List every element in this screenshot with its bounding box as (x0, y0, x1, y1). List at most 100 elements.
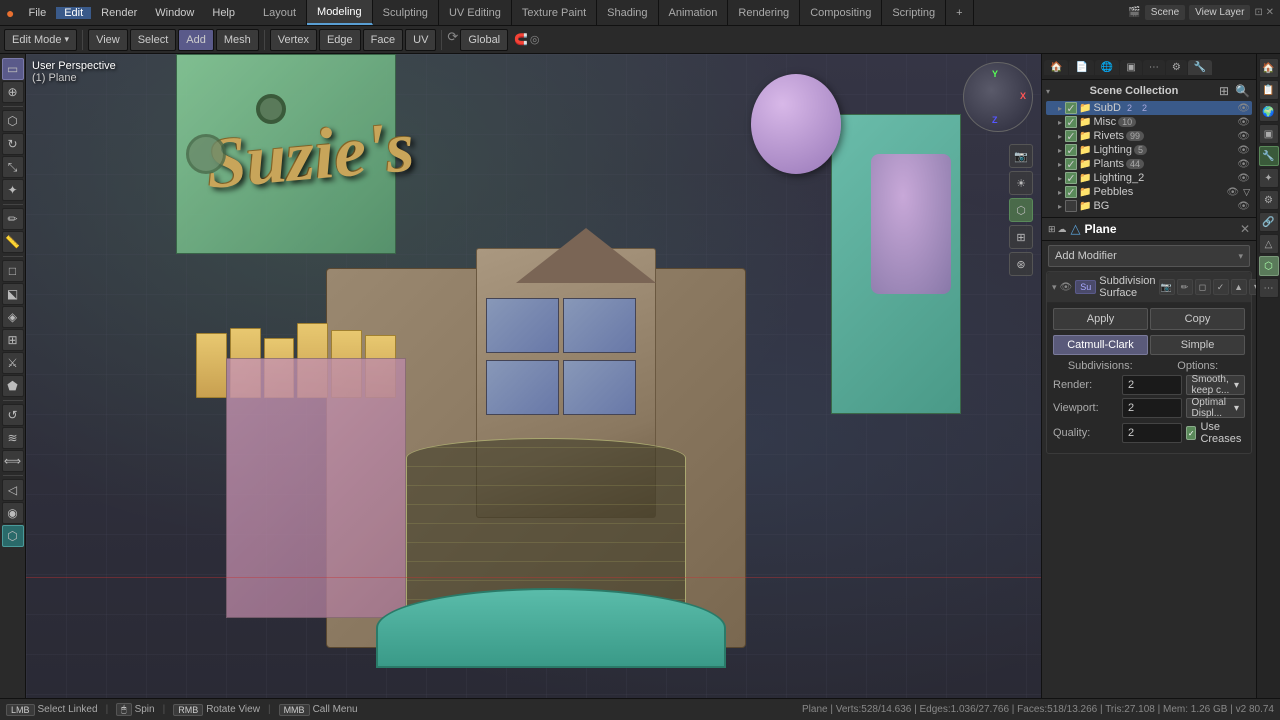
sc-item-rivets[interactable]: ▸ ✓ 📁 Rivets 99 👁 (1046, 129, 1252, 143)
vp-wireframe-btn[interactable]: ⊞ (1009, 225, 1033, 249)
edge-slide-btn[interactable]: ⟺ (2, 450, 24, 472)
lighting-eye-icon[interactable]: 👁 (1237, 145, 1250, 156)
edge-btn[interactable]: Edge (319, 29, 361, 51)
select-tool-btn[interactable]: ▭ (2, 58, 24, 80)
sc-item-lighting[interactable]: ▸ ✓ 📁 Lighting 5 👁 (1046, 143, 1252, 157)
mod-up-icon[interactable]: ▲ (1231, 279, 1247, 295)
measure-tool-btn[interactable]: 📏 (2, 231, 24, 253)
scale-tool-btn[interactable]: ⤡ (2, 156, 24, 178)
props-icon-object[interactable]: ▣ (1259, 124, 1279, 144)
menu-window[interactable]: Window (147, 7, 202, 19)
viewport[interactable]: Suzie's (26, 54, 1041, 698)
sc-item-bg[interactable]: ▸ 📁 BG 👁 (1046, 199, 1252, 213)
quality-value-field[interactable]: 2 (1122, 423, 1182, 443)
scene-selector[interactable]: Scene (1145, 5, 1185, 20)
simple-tab[interactable]: Simple (1150, 335, 1245, 355)
view-layer-selector[interactable]: View Layer (1189, 5, 1250, 20)
props-icon-scene[interactable]: 🏠 (1259, 58, 1279, 78)
props-icon-constraints[interactable]: 🔗 (1259, 212, 1279, 232)
vp-material-btn[interactable]: ⬡ (1009, 198, 1033, 222)
tab-compositing[interactable]: Compositing (800, 0, 882, 25)
sc-expand-icon[interactable]: ▾ (1046, 87, 1050, 96)
subd-checkbox[interactable]: ✓ (1065, 102, 1077, 114)
menu-render[interactable]: Render (93, 7, 145, 19)
cursor-tool-btn[interactable]: ⊕ (2, 81, 24, 103)
sc-item-misc[interactable]: ▸ ✓ 📁 Misc 10 👁 (1046, 115, 1252, 129)
pebbles-checkbox[interactable]: ✓ (1065, 186, 1077, 198)
props-small-tab2[interactable]: ☁ (1058, 224, 1067, 235)
uv-btn[interactable]: UV (405, 29, 436, 51)
plants-eye-icon[interactable]: 👁 (1237, 159, 1250, 170)
active-tool-highlight[interactable]: ⬡ (2, 525, 24, 547)
props-tab-modifier[interactable]: 🔧 (1188, 60, 1212, 75)
tab-layout[interactable]: Layout (253, 0, 307, 25)
smooth-dropdown[interactable]: Smooth, keep c... ▾ (1186, 375, 1246, 395)
copy-button[interactable]: Copy (1150, 308, 1245, 330)
sc-item-subd[interactable]: ▸ ✓ 📁 SubD 2 2 👁 (1046, 101, 1252, 115)
plants-checkbox[interactable]: ✓ (1065, 158, 1077, 170)
props-icon-modifier-active[interactable]: 🔧 (1259, 146, 1279, 166)
bevel-btn[interactable]: ◈ (2, 306, 24, 328)
props-tab-object[interactable]: ▣ (1120, 60, 1141, 75)
tab-shading[interactable]: Shading (597, 0, 658, 25)
inset-btn[interactable]: ⬕ (2, 283, 24, 305)
props-icon-world[interactable]: 🌍 (1259, 102, 1279, 122)
mod-frame-icon[interactable]: ◻ (1195, 279, 1211, 295)
loop-cut-btn[interactable]: ⊞ (2, 329, 24, 351)
add-btn[interactable]: Add (178, 29, 214, 51)
extrude-btn[interactable]: □ (2, 260, 24, 282)
bg-eye-icon[interactable]: 👁 (1237, 201, 1250, 212)
rotate-tool-btn[interactable]: ↻ (2, 133, 24, 155)
select-btn[interactable]: Select (130, 29, 177, 51)
vp-xray-btn[interactable]: ⊛ (1009, 252, 1033, 276)
transform-btn[interactable]: Global (460, 29, 508, 51)
misc-eye-icon[interactable]: 👁 (1237, 117, 1250, 128)
smooth-btn[interactable]: ≋ (2, 427, 24, 449)
mod-render-icon[interactable]: 📷 (1159, 279, 1175, 295)
face-btn[interactable]: Face (363, 29, 403, 51)
sphere-btn[interactable]: ◉ (2, 502, 24, 524)
tab-texture-paint[interactable]: Texture Paint (512, 0, 597, 25)
mesh-btn[interactable]: Mesh (216, 29, 259, 51)
vp-sun-btn[interactable]: ☀ (1009, 171, 1033, 195)
sc-filter-btn[interactable]: ⊞ (1217, 84, 1231, 98)
tab-animation[interactable]: Animation (659, 0, 729, 25)
tab-modeling[interactable]: Modeling (307, 0, 373, 25)
props-tab-layer[interactable]: 📄 (1069, 60, 1093, 75)
tab-sculpting[interactable]: Sculpting (373, 0, 439, 25)
rivets-checkbox[interactable]: ✓ (1065, 130, 1077, 142)
render-value-field[interactable]: 2 (1122, 375, 1182, 395)
tab-add-workspace[interactable]: + (946, 0, 973, 25)
nav-gizmo[interactable]: X Y Z (963, 62, 1033, 132)
sc-item-lighting2[interactable]: ▸ ✓ 📁 Lighting_2 👁 (1046, 171, 1252, 185)
mod-edit-icon[interactable]: ✏ (1177, 279, 1193, 295)
modifier-visibility-icon[interactable]: 👁 (1060, 282, 1073, 293)
lighting-checkbox[interactable]: ✓ (1065, 144, 1077, 156)
props-tab-world[interactable]: 🌐 (1095, 60, 1119, 75)
bg-checkbox[interactable] (1065, 200, 1077, 212)
shear-btn[interactable]: ◁ (2, 479, 24, 501)
window-controls[interactable]: ⊡ ✕ (1254, 7, 1274, 18)
tab-scripting[interactable]: Scripting (882, 0, 946, 25)
modifier-collapse-icon[interactable]: ▾ (1052, 282, 1057, 293)
vertex-btn[interactable]: Vertex (270, 29, 317, 51)
move-tool-btn[interactable]: ⬡ (2, 110, 24, 132)
modifier-type-badge[interactable]: Su (1075, 280, 1096, 294)
props-icon-extra[interactable]: ⋯ (1259, 278, 1279, 298)
mode-select-btn[interactable]: Edit Mode ▾ (4, 29, 77, 51)
props-icon-renderlayer[interactable]: 📋 (1259, 80, 1279, 100)
props-icon-physics[interactable]: ⚙ (1259, 190, 1279, 210)
sc-search-btn[interactable]: 🔍 (1233, 84, 1252, 98)
sc-item-plants[interactable]: ▸ ✓ 📁 Plants 44 👁 (1046, 157, 1252, 171)
add-modifier-btn[interactable]: Add Modifier ▾ (1048, 245, 1250, 267)
lighting2-eye-icon[interactable]: 👁 (1237, 173, 1250, 184)
props-tab-physics[interactable]: ⚙ (1166, 60, 1187, 75)
props-small-tab1[interactable]: ⊞ (1048, 224, 1056, 235)
polypen-btn[interactable]: ⬟ (2, 375, 24, 397)
prop-close-btn[interactable]: ✕ (1240, 222, 1250, 236)
catmull-clark-tab[interactable]: Catmull-Clark (1053, 335, 1148, 355)
tab-rendering[interactable]: Rendering (728, 0, 800, 25)
misc-checkbox[interactable]: ✓ (1065, 116, 1077, 128)
pebbles-eye-icon[interactable]: 👁 (1226, 187, 1239, 198)
viewport-value-field[interactable]: 2 (1122, 398, 1182, 418)
